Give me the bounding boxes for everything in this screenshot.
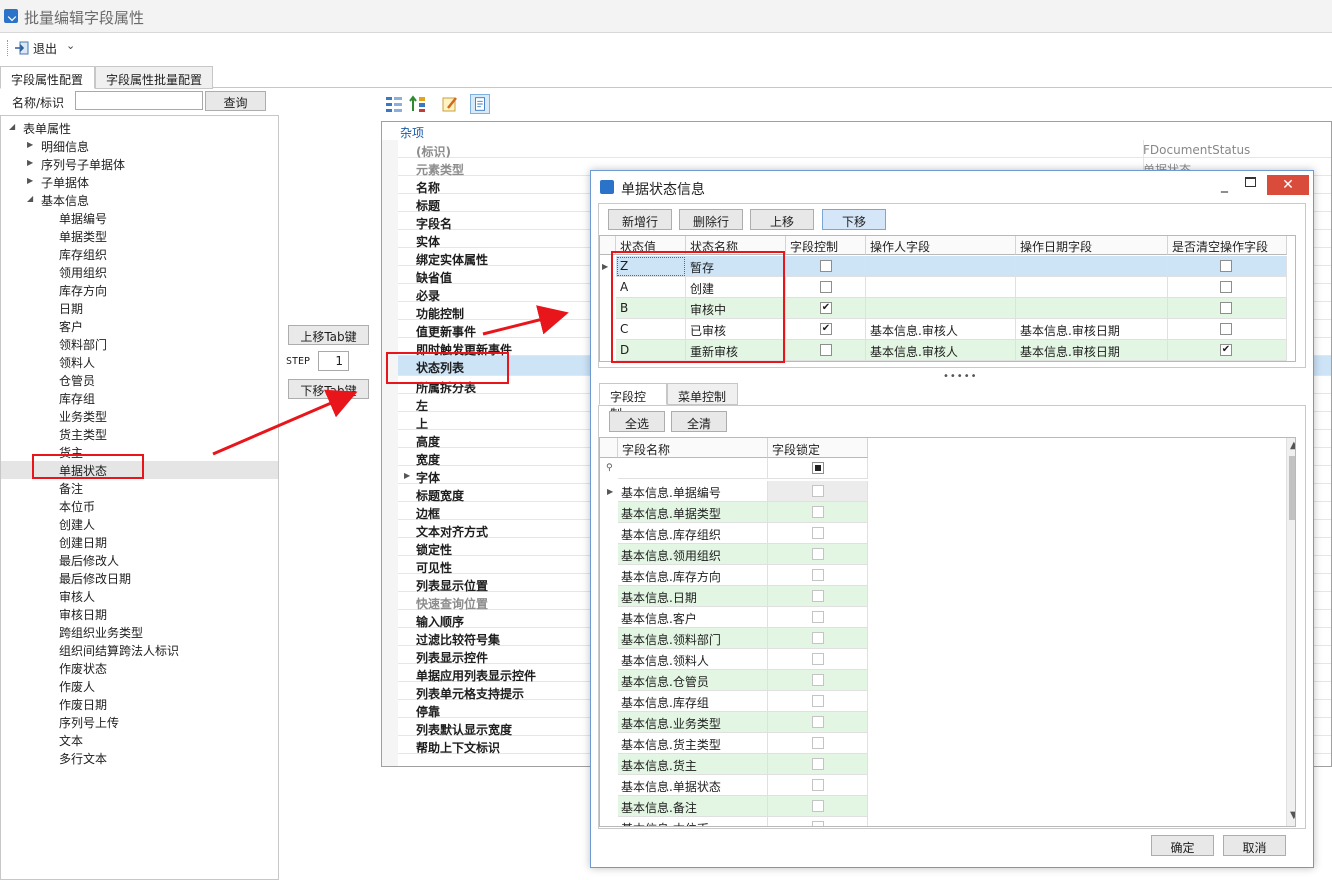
annotation-arrow-1 [212, 389, 358, 456]
annotation-arrows [212, 305, 569, 456]
annotation-arrow-2 [482, 305, 569, 336]
